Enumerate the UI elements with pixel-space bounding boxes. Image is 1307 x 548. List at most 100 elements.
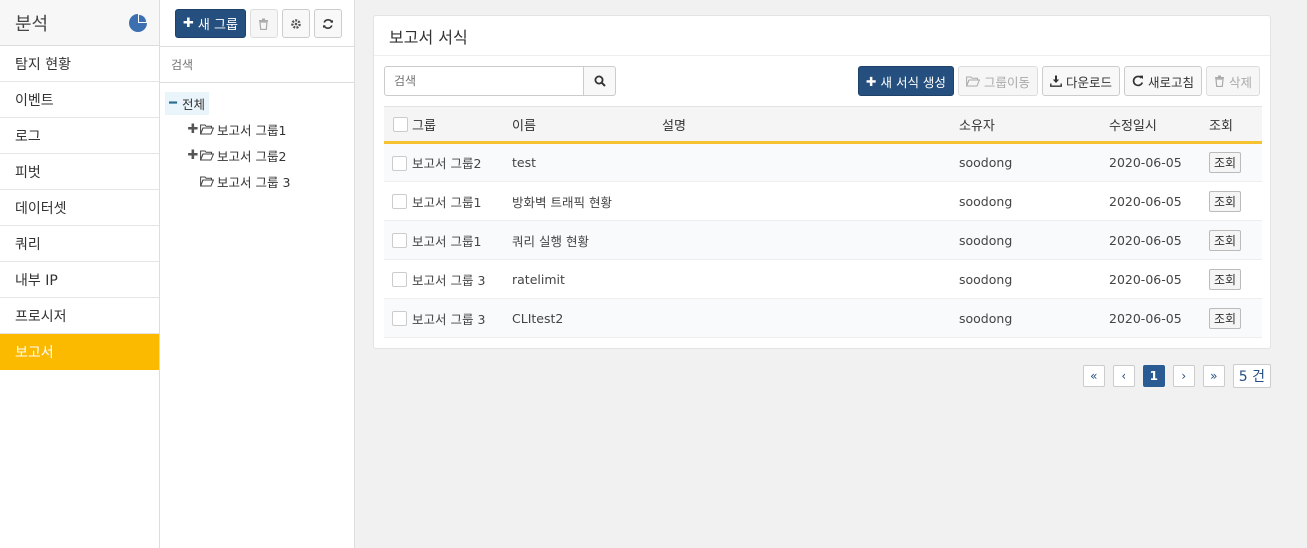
plus-icon: ✚ [866, 73, 877, 89]
sidebar-title: 분석 [15, 13, 49, 35]
sidebar-item-logs[interactable]: 로그 [0, 118, 159, 154]
folder-open-icon [200, 176, 214, 186]
tree-node-group[interactable]: ✚ 보고서 그룹2 [165, 142, 354, 168]
cell-description [662, 298, 959, 338]
tree-node-label: 보고서 그룹2 [217, 148, 287, 164]
sidebar-item-pivot[interactable]: 피벗 [0, 154, 159, 190]
delete-label: 삭제 [1228, 74, 1252, 90]
table-row[interactable]: 보고서 그룹 3 CLItest2 soodong 2020-06-05 조회 [384, 298, 1262, 338]
sidebar-item-events[interactable]: 이벤트 [0, 82, 159, 118]
prev-page-button[interactable]: ‹ [1112, 365, 1135, 387]
group-settings-button[interactable] [281, 9, 310, 38]
group-search-input[interactable] [171, 57, 341, 72]
cell-name: 방화벽 트래픽 현황 [512, 181, 662, 221]
sidebar-item-detection-status[interactable]: 탐지 현황 [0, 46, 159, 82]
sidebar-item-internal-ip[interactable]: 내부 IP [0, 262, 159, 298]
move-group-button[interactable]: 그룹이동 [957, 66, 1038, 96]
view-button[interactable]: 조회 [1209, 190, 1242, 212]
cell-modified: 2020-06-05 [1109, 181, 1209, 221]
group-toolbar: ✚ 새 그룹 [160, 0, 354, 47]
cell-owner: soodong [959, 181, 1109, 221]
create-template-label: 새 서식 생성 [880, 74, 946, 90]
column-header-group[interactable]: 그룹 [412, 107, 512, 143]
sidebar-item-reports[interactable]: 보고서 [0, 334, 159, 370]
current-page[interactable]: 1 [1142, 365, 1165, 387]
view-button[interactable]: 조회 [1209, 268, 1242, 290]
view-button[interactable]: 조회 [1209, 229, 1242, 251]
column-header-view: 조회 [1209, 118, 1233, 134]
table-row[interactable]: 보고서 그룹1 방화벽 트래픽 현황 soodong 2020-06-05 조회 [384, 181, 1262, 221]
group-refresh-button[interactable] [313, 9, 342, 38]
column-header-description[interactable]: 설명 [662, 107, 959, 143]
pagination: « ‹ 1 › » 5 건 [1082, 364, 1271, 388]
sidebar-item-label: 쿼리 [15, 236, 41, 253]
next-page-button[interactable]: › [1172, 365, 1195, 387]
action-buttons: ✚ 새 서식 생성 그룹이동 다운로드 새로고침 삭제 [858, 66, 1260, 106]
sidebar-header: 분석 [0, 0, 159, 46]
delete-group-button[interactable] [249, 9, 278, 38]
expand-icon[interactable]: ✚ [187, 122, 199, 137]
refresh-icon [1132, 75, 1144, 87]
sidebar-item-datasets[interactable]: 데이터셋 [0, 190, 159, 226]
select-all-checkbox[interactable] [393, 116, 408, 132]
tree-node-label: 보고서 그룹 3 [217, 174, 291, 190]
cell-modified: 2020-06-05 [1109, 298, 1209, 338]
sidebar-item-label: 이벤트 [15, 92, 54, 109]
view-button[interactable]: 조회 [1209, 307, 1242, 329]
column-header-modified[interactable]: 수정일시 [1109, 107, 1209, 143]
cell-name: CLItest2 [512, 298, 662, 338]
cell-name: 쿼리 실행 현황 [512, 220, 662, 260]
expand-icon[interactable]: ✚ [187, 148, 199, 163]
folder-open-icon [965, 76, 980, 86]
collapse-icon[interactable]: ━ [167, 96, 179, 111]
report-template-card: 보고서 서식 ✚새 서식 생성 그룹이동 다운로드 새로고침 삭제 [373, 15, 1271, 349]
sidebar-item-label: 프로시저 [15, 308, 67, 325]
delete-button[interactable]: 삭제 [1205, 66, 1260, 96]
search-icon [594, 75, 606, 87]
table-row[interactable]: 보고서 그룹 3 ratelimit soodong 2020-06-05 조회 [384, 259, 1262, 299]
template-table: 그룹 이름 설명 소유자 수정일시 조회 보고서 그룹2 test soodon… [384, 106, 1262, 338]
row-checkbox[interactable] [392, 311, 407, 326]
last-page-button[interactable]: » [1202, 365, 1225, 387]
column-header-owner[interactable]: 소유자 [959, 107, 1109, 143]
search-button[interactable] [584, 66, 616, 96]
cell-group: 보고서 그룹 3 [412, 259, 512, 299]
first-page-button[interactable]: « [1082, 365, 1105, 387]
download-button[interactable]: 다운로드 [1041, 66, 1120, 96]
sidebar-item-procedures[interactable]: 프로시저 [0, 298, 159, 334]
table-row[interactable]: 보고서 그룹1 쿼리 실행 현황 soodong 2020-06-05 조회 [384, 220, 1262, 260]
trash-icon [1214, 75, 1224, 87]
move-group-label: 그룹이동 [983, 74, 1030, 90]
column-header-name[interactable]: 이름 [512, 107, 662, 143]
search-input[interactable] [384, 66, 584, 96]
cell-name: test [512, 142, 662, 182]
cell-description [662, 220, 959, 260]
tree-node-group[interactable]: 보고서 그룹 3 [165, 168, 354, 194]
table-row[interactable]: 보고서 그룹2 test soodong 2020-06-05 조회 [384, 142, 1262, 182]
row-checkbox[interactable] [392, 194, 407, 209]
tree-node-root[interactable]: ━ 전체 [165, 90, 354, 116]
row-checkbox[interactable] [392, 272, 407, 287]
row-checkbox[interactable] [392, 155, 407, 171]
tree-node-label: 보고서 그룹1 [217, 122, 287, 138]
view-button[interactable]: 조회 [1209, 152, 1242, 173]
cell-owner: soodong [959, 259, 1109, 299]
cell-group: 보고서 그룹2 [412, 142, 512, 182]
cell-modified: 2020-06-05 [1109, 220, 1209, 260]
row-checkbox[interactable] [392, 233, 407, 248]
folder-open-icon [200, 150, 214, 160]
sidebar-item-label: 로그 [15, 128, 41, 145]
tree-node-group[interactable]: ✚ 보고서 그룹1 [165, 116, 354, 142]
cell-group: 보고서 그룹1 [412, 220, 512, 260]
sidebar-item-queries[interactable]: 쿼리 [0, 226, 159, 262]
create-template-button[interactable]: ✚ 새 서식 생성 [858, 66, 954, 96]
gear-icon [291, 18, 301, 29]
pie-chart-icon [129, 13, 147, 32]
new-group-button[interactable]: ✚ 새 그룹 [175, 9, 246, 38]
cell-name: ratelimit [512, 259, 662, 299]
group-search [160, 47, 354, 83]
sidebar-item-label: 데이터셋 [15, 200, 67, 217]
total-count: 5 건 [1232, 364, 1271, 388]
refresh-button[interactable]: 새로고침 [1123, 66, 1202, 96]
download-icon [1050, 75, 1062, 87]
